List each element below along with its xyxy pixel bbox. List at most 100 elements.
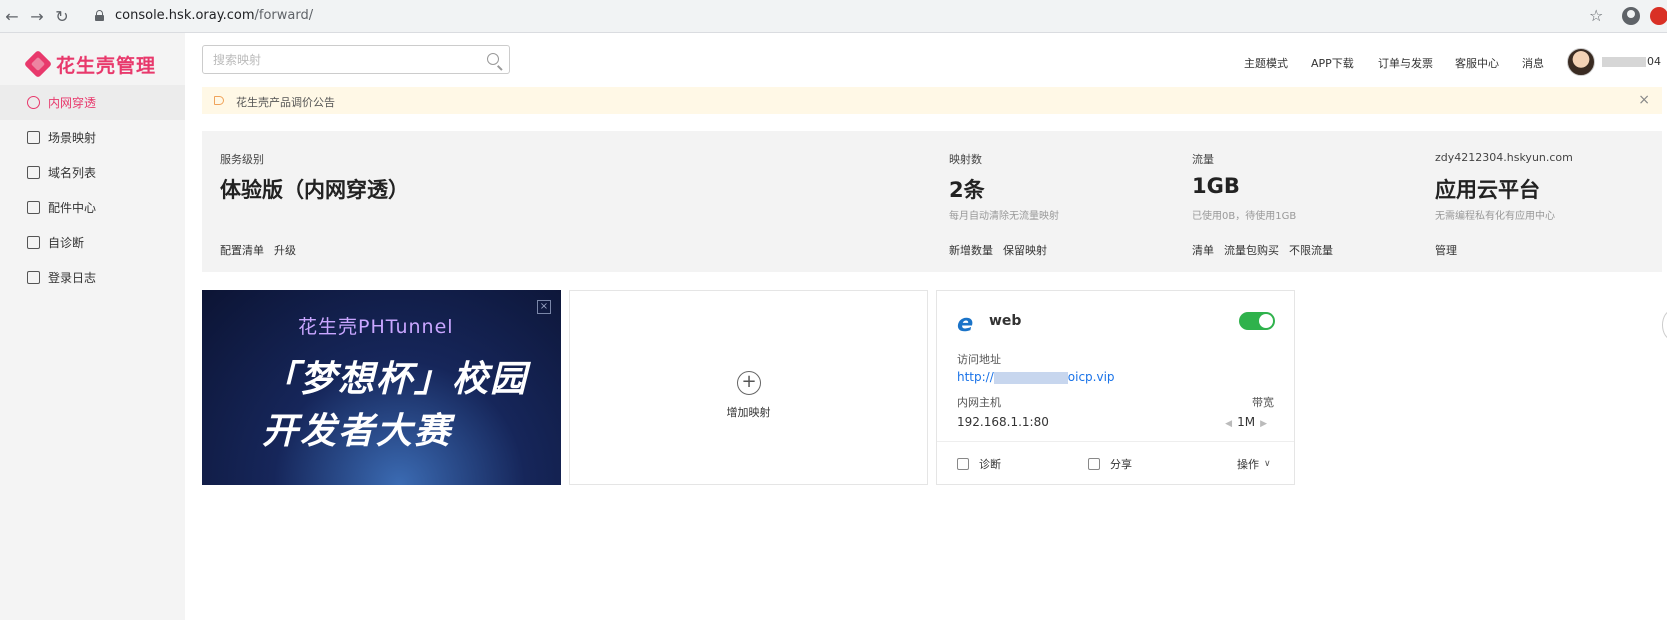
domain-icon bbox=[27, 166, 40, 179]
internal-host-label: 内网主机 bbox=[957, 396, 1001, 409]
announcement-bar: 花生壳产品调价公告 × bbox=[202, 87, 1662, 114]
brand-name: 花生壳管理 bbox=[56, 54, 157, 77]
logo[interactable]: 花生壳管理 bbox=[23, 49, 157, 79]
account-summary: 服务级别 体验版（内网穿透） 配置清单 升级 映射数 2条 每月自动清除无流量映射… bbox=[202, 131, 1662, 272]
sidebar-item-label: 内网穿透 bbox=[48, 96, 97, 110]
megaphone-icon bbox=[214, 96, 224, 105]
banner-line-2: 「梦想杯」校园 bbox=[262, 359, 529, 400]
banner-line-1: 花生壳PHTunnel bbox=[298, 316, 454, 338]
grid-icon bbox=[27, 201, 40, 214]
service-level-label: 服务级别 bbox=[220, 153, 264, 166]
bandwidth-increase-icon[interactable]: ▶ bbox=[1260, 419, 1267, 429]
keep-mapping-link[interactable]: 保留映射 bbox=[1003, 244, 1047, 257]
service-level-value: 体验版（内网穿透） bbox=[220, 178, 409, 202]
username-suffix: 04 bbox=[1647, 55, 1661, 68]
mappings-label: 映射数 bbox=[949, 153, 982, 166]
support-center-link[interactable]: 客服中心 bbox=[1455, 55, 1499, 71]
sidebar-item-intranet[interactable]: 内网穿透 bbox=[0, 85, 185, 120]
url-path: /forward/ bbox=[254, 8, 314, 23]
profile-icon[interactable] bbox=[1622, 7, 1640, 25]
banner-line-3: 开发者大赛 bbox=[262, 411, 453, 452]
log-icon bbox=[27, 271, 40, 284]
upload-share-icon bbox=[1088, 458, 1100, 470]
close-icon[interactable]: × bbox=[1638, 92, 1650, 108]
sidebar-item-scene-mapping[interactable]: 场景映射 bbox=[0, 120, 185, 155]
url-host: console.hsk.oray.com bbox=[115, 8, 255, 23]
back-icon[interactable]: ← bbox=[2, 7, 22, 27]
cloud-domain-label: zdy4212304.hskyun.com bbox=[1435, 151, 1573, 164]
promo-banner[interactable]: 花生壳PHTunnel 「梦想杯」校园 开发者大赛 × bbox=[202, 290, 561, 485]
username[interactable]: 04 bbox=[1602, 55, 1661, 68]
mappings-links: 新增数量 保留映射 bbox=[949, 242, 1057, 258]
bandwidth-label: 带宽 bbox=[1252, 396, 1274, 409]
extension-icon[interactable] bbox=[1650, 7, 1667, 25]
address-suffix: oicp.vip bbox=[1067, 370, 1115, 384]
operations-dropdown[interactable]: 操作 ∨ bbox=[1237, 456, 1271, 472]
sidebar-item-label: 登录日志 bbox=[48, 271, 97, 285]
unlimited-traffic-link[interactable]: 不限流量 bbox=[1289, 244, 1333, 257]
cloud-links: 管理 bbox=[1435, 242, 1467, 258]
mapping-card-web: e web 访问地址 http:// oicp.vip 内网主机 192.168.… bbox=[936, 290, 1295, 485]
plus-circle-icon[interactable]: + bbox=[737, 371, 761, 395]
internal-host-value: 192.168.1.1:80 bbox=[957, 415, 1049, 429]
search-box bbox=[202, 45, 510, 74]
share-label: 分享 bbox=[1110, 458, 1132, 471]
announcement-text[interactable]: 花生壳产品调价公告 bbox=[236, 94, 335, 110]
traffic-note: 已使用0B，待使用1GB bbox=[1192, 211, 1297, 222]
brand-logo-icon bbox=[23, 49, 53, 79]
buy-traffic-link[interactable]: 流量包购买 bbox=[1224, 244, 1279, 257]
add-quota-link[interactable]: 新增数量 bbox=[949, 244, 993, 257]
floating-helper-icon[interactable] bbox=[1662, 310, 1667, 340]
manage-link[interactable]: 管理 bbox=[1435, 244, 1457, 257]
sidebar-item-label: 域名列表 bbox=[48, 166, 97, 180]
mapping-enabled-toggle[interactable] bbox=[1239, 312, 1275, 330]
sidebar-menu: 内网穿透 场景映射 域名列表 配件中心 自诊断 登录日志 bbox=[0, 85, 185, 295]
service-links: 配置清单 升级 bbox=[220, 242, 306, 258]
access-address-label: 访问地址 bbox=[957, 353, 1001, 366]
traffic-links: 清单 流量包购买 不限流量 bbox=[1192, 242, 1343, 258]
mapping-card-footer: 诊断 分享 操作 ∨ bbox=[937, 441, 1294, 485]
messages-link[interactable]: 消息 bbox=[1522, 55, 1544, 71]
sidebar-item-label: 自诊断 bbox=[48, 236, 85, 250]
sidebar-item-self-diagnosis[interactable]: 自诊断 bbox=[0, 225, 185, 260]
access-address-link[interactable]: http:// oicp.vip bbox=[957, 370, 1115, 384]
forward-icon[interactable]: → bbox=[27, 7, 47, 27]
mapping-title: web bbox=[989, 313, 1022, 329]
address-bar[interactable] bbox=[86, 4, 1614, 29]
config-list-link[interactable]: 配置清单 bbox=[220, 244, 264, 257]
share-button[interactable]: 分享 bbox=[1088, 456, 1132, 472]
search-icon[interactable] bbox=[487, 53, 499, 65]
theme-mode-link[interactable]: 主题模式 bbox=[1244, 55, 1288, 71]
diagnose-button[interactable]: 诊断 bbox=[957, 456, 1001, 472]
banner-close-icon[interactable]: × bbox=[537, 300, 551, 314]
sidebar: 花生壳管理 内网穿透 场景映射 域名列表 配件中心 自诊断 登录日志 bbox=[0, 33, 185, 620]
stethoscope-icon bbox=[27, 236, 40, 249]
sidebar-item-accessories[interactable]: 配件中心 bbox=[0, 190, 185, 225]
bandwidth-value: 1M bbox=[1237, 415, 1256, 429]
bandwidth-decrease-icon[interactable]: ◀ bbox=[1225, 419, 1232, 429]
browser-toolbar: ← → ↻ console.hsk.oray.com/forward/ ☆ bbox=[0, 0, 1667, 33]
search-input[interactable] bbox=[203, 46, 473, 73]
app-download-link[interactable]: APP下载 bbox=[1311, 55, 1354, 71]
mappings-note: 每月自动清除无流量映射 bbox=[949, 211, 1059, 222]
mappings-value: 2条 bbox=[949, 178, 985, 202]
reload-icon[interactable]: ↻ bbox=[52, 7, 72, 27]
traffic-value: 1GB bbox=[1192, 174, 1240, 198]
address-prefix: http:// bbox=[957, 370, 994, 384]
sidebar-item-domain-list[interactable]: 域名列表 bbox=[0, 155, 185, 190]
add-mapping-label: 增加映射 bbox=[726, 406, 771, 419]
traffic-label: 流量 bbox=[1192, 153, 1214, 166]
bookmark-star-icon[interactable]: ☆ bbox=[1589, 6, 1603, 25]
traffic-list-link[interactable]: 清单 bbox=[1192, 244, 1214, 257]
sidebar-item-login-log[interactable]: 登录日志 bbox=[0, 260, 185, 295]
add-mapping-card[interactable]: + 增加映射 bbox=[569, 290, 928, 485]
url-text[interactable]: console.hsk.oray.com/forward/ bbox=[115, 8, 313, 23]
stethoscope-icon bbox=[957, 458, 969, 470]
diagnose-label: 诊断 bbox=[979, 458, 1001, 471]
avatar[interactable] bbox=[1567, 48, 1595, 76]
network-icon bbox=[27, 96, 40, 109]
upgrade-link[interactable]: 升级 bbox=[274, 244, 296, 257]
username-redacted bbox=[1602, 57, 1646, 67]
ie-browser-icon: e bbox=[957, 309, 974, 337]
orders-invoices-link[interactable]: 订单与发票 bbox=[1378, 55, 1433, 71]
